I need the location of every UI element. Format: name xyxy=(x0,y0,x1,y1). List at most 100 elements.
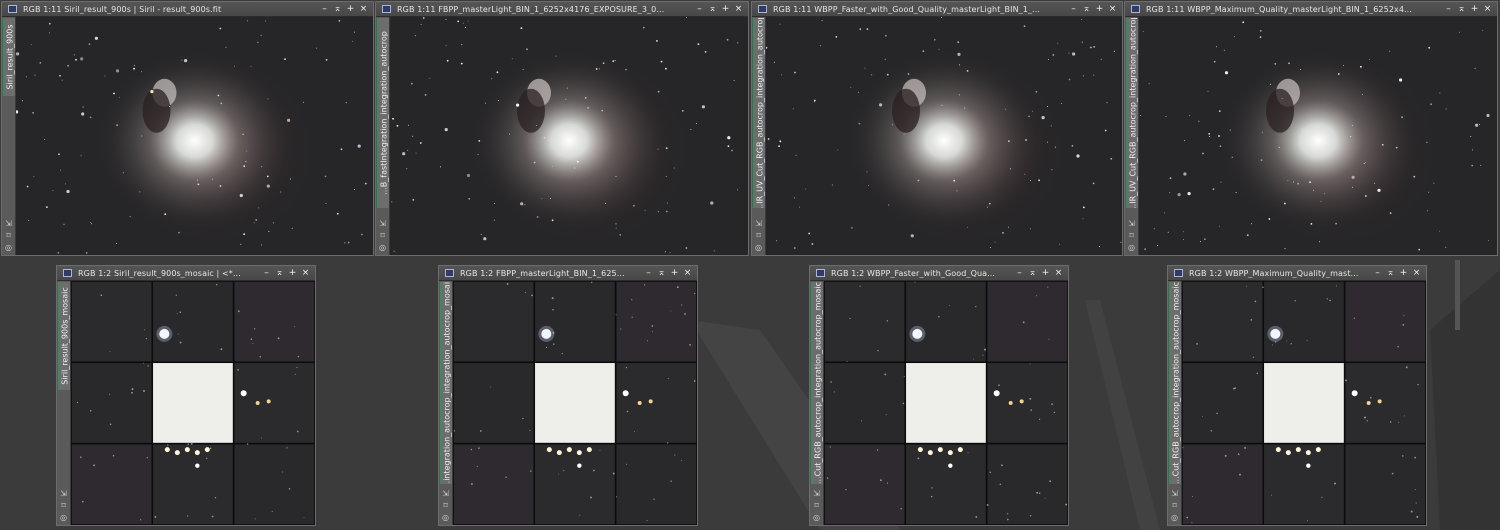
minimize-icon[interactable]: – xyxy=(260,266,273,280)
view-identifier-tab[interactable]: ...B_fastIntegration_integration_autocro… xyxy=(377,18,389,208)
view-sidebar: ...B_fastIntegration_integration_autocro… xyxy=(376,17,390,255)
view-identifier-tab[interactable]: ...IR_UV_Cut_RGB_autocrop_integration_au… xyxy=(753,18,765,208)
shrink-icon[interactable]: ⇲ xyxy=(60,489,67,498)
shrink-icon[interactable]: ⇲ xyxy=(5,219,12,228)
maximize-icon[interactable]: + xyxy=(286,266,299,280)
minimize-icon[interactable]: – xyxy=(1067,2,1080,16)
close-icon[interactable]: × xyxy=(1481,2,1494,16)
minimize-icon[interactable]: – xyxy=(1442,2,1455,16)
image-view[interactable] xyxy=(1139,17,1497,255)
image-view[interactable] xyxy=(766,17,1122,255)
shade-icon[interactable]: ⌅ xyxy=(1026,266,1039,280)
close-icon[interactable]: × xyxy=(1052,266,1065,280)
shade-icon[interactable]: ⌅ xyxy=(706,2,719,16)
image-window-icon xyxy=(445,269,454,277)
minimize-icon[interactable]: – xyxy=(693,2,706,16)
view-identifier-label: ...Cut_RGB_autocrop_integration_autocrop… xyxy=(1171,282,1180,484)
image-view[interactable] xyxy=(71,281,315,525)
maximize-icon[interactable]: + xyxy=(719,2,732,16)
view-identifier-tab[interactable]: ...IR_UV_Cut_RGB_autocrop_integration_au… xyxy=(1126,18,1138,208)
image-view[interactable] xyxy=(1182,281,1426,525)
minimize-icon[interactable]: – xyxy=(318,2,331,16)
fit-view-icon[interactable]: ⌑ xyxy=(756,231,760,240)
shrink-icon[interactable]: ⇲ xyxy=(755,219,762,228)
maximize-icon[interactable]: + xyxy=(1397,266,1410,280)
window-titlebar[interactable]: RGB 1:2 WBPP_Maximum_Quality_mast... – ⌅… xyxy=(1168,266,1426,281)
maximize-icon[interactable]: + xyxy=(344,2,357,16)
window-titlebar[interactable]: RGB 1:2 FBPP_masterLight_BIN_1_625... – … xyxy=(439,266,697,281)
zoom-icon[interactable]: ◎ xyxy=(379,243,386,252)
close-icon[interactable]: × xyxy=(299,266,312,280)
shrink-icon[interactable]: ⇲ xyxy=(1128,219,1135,228)
close-icon[interactable]: × xyxy=(357,2,370,16)
window-titlebar[interactable]: RGB 1:11 WBPP_Maximum_Quality_masterLigh… xyxy=(1125,2,1497,17)
close-icon[interactable]: × xyxy=(1410,266,1423,280)
zoom-icon[interactable]: ◎ xyxy=(813,513,820,522)
image-view[interactable] xyxy=(453,281,697,525)
view-identifier-label: Siril_result_900s xyxy=(5,24,14,90)
view-identifier-tab[interactable]: ...integration_autocrop_integration_auto… xyxy=(440,282,452,484)
image-window-8[interactable]: RGB 1:2 WBPP_Maximum_Quality_mast... – ⌅… xyxy=(1167,265,1427,526)
close-icon[interactable]: × xyxy=(681,266,694,280)
view-identifier-label: Siril_result_900s_mosaic xyxy=(60,287,69,385)
shade-icon[interactable]: ⌅ xyxy=(331,2,344,16)
fit-view-icon[interactable]: ⌑ xyxy=(1172,501,1176,510)
close-icon[interactable]: × xyxy=(1106,2,1119,16)
maximize-icon[interactable]: + xyxy=(668,266,681,280)
minimize-icon[interactable]: – xyxy=(642,266,655,280)
window-title: RGB 1:2 FBPP_masterLight_BIN_1_625... xyxy=(460,268,625,278)
fit-view-icon[interactable]: ⌑ xyxy=(6,231,10,240)
view-identifier-tab[interactable]: Siril_result_900s xyxy=(3,18,15,96)
zoom-icon[interactable]: ◎ xyxy=(1128,243,1135,252)
fit-view-icon[interactable]: ⌑ xyxy=(380,231,384,240)
shade-icon[interactable]: ⌅ xyxy=(1455,2,1468,16)
zoom-icon[interactable]: ◎ xyxy=(755,243,762,252)
zoom-icon[interactable]: ◎ xyxy=(5,243,12,252)
image-window-5[interactable]: RGB 1:2 Siril_result_900s_mosaic | <*...… xyxy=(56,265,316,526)
view-identifier-label: ...Cut_RGB_autocrop_integration_autocrop… xyxy=(813,282,822,484)
image-window-4[interactable]: RGB 1:11 WBPP_Maximum_Quality_masterLigh… xyxy=(1124,1,1498,256)
view-sidebar: Siril_result_900s_mosaic ⇲ ⌑ ◎ xyxy=(57,281,71,525)
image-window-icon xyxy=(1131,5,1140,13)
image-view[interactable] xyxy=(824,281,1068,525)
zoom-icon[interactable]: ◎ xyxy=(442,513,449,522)
zoom-icon[interactable]: ◎ xyxy=(60,513,67,522)
window-titlebar[interactable]: RGB 1:11 FBPP_masterLight_BIN_1_6252x417… xyxy=(376,2,748,17)
image-view[interactable] xyxy=(390,17,748,255)
shade-icon[interactable]: ⌅ xyxy=(1080,2,1093,16)
shrink-icon[interactable]: ⇲ xyxy=(442,489,449,498)
window-titlebar[interactable]: RGB 1:2 Siril_result_900s_mosaic | <*...… xyxy=(57,266,315,281)
window-titlebar[interactable]: RGB 1:11 WBPP_Faster_with_Good_Quality_m… xyxy=(752,2,1122,17)
window-title: RGB 1:2 WBPP_Faster_with_Good_Qua... xyxy=(831,268,996,278)
image-window-3[interactable]: RGB 1:11 WBPP_Faster_with_Good_Quality_m… xyxy=(751,1,1123,256)
image-window-7[interactable]: RGB 1:2 WBPP_Faster_with_Good_Qua... – ⌅… xyxy=(809,265,1069,526)
fit-view-icon[interactable]: ⌑ xyxy=(1129,231,1133,240)
shrink-icon[interactable]: ⇲ xyxy=(813,489,820,498)
fit-view-icon[interactable]: ⌑ xyxy=(61,501,65,510)
shrink-icon[interactable]: ⇲ xyxy=(1171,489,1178,498)
zoom-icon[interactable]: ◎ xyxy=(1171,513,1178,522)
view-identifier-label: ...IR_UV_Cut_RGB_autocrop_integration_au… xyxy=(1128,18,1137,208)
maximize-icon[interactable]: + xyxy=(1093,2,1106,16)
view-identifier-tab[interactable]: ...Cut_RGB_autocrop_integration_autocrop… xyxy=(811,282,823,484)
shade-icon[interactable]: ⌅ xyxy=(1384,266,1397,280)
maximize-icon[interactable]: + xyxy=(1468,2,1481,16)
window-titlebar[interactable]: RGB 1:11 Siril_result_900s | Siril - res… xyxy=(2,2,373,17)
window-title: RGB 1:11 WBPP_Faster_with_Good_Quality_m… xyxy=(773,4,1040,14)
image-window-1[interactable]: RGB 1:11 Siril_result_900s | Siril - res… xyxy=(1,1,374,256)
image-view[interactable] xyxy=(16,17,373,255)
window-titlebar[interactable]: RGB 1:2 WBPP_Faster_with_Good_Qua... – ⌅… xyxy=(810,266,1068,281)
close-icon[interactable]: × xyxy=(732,2,745,16)
minimize-icon[interactable]: – xyxy=(1371,266,1384,280)
shade-icon[interactable]: ⌅ xyxy=(655,266,668,280)
view-identifier-tab[interactable]: Siril_result_900s_mosaic xyxy=(58,282,70,390)
image-window-6[interactable]: RGB 1:2 FBPP_masterLight_BIN_1_625... – … xyxy=(438,265,698,526)
view-identifier-tab[interactable]: ...Cut_RGB_autocrop_integration_autocrop… xyxy=(1169,282,1181,484)
fit-view-icon[interactable]: ⌑ xyxy=(814,501,818,510)
image-window-2[interactable]: RGB 1:11 FBPP_masterLight_BIN_1_6252x417… xyxy=(375,1,749,256)
maximize-icon[interactable]: + xyxy=(1039,266,1052,280)
shade-icon[interactable]: ⌅ xyxy=(273,266,286,280)
shrink-icon[interactable]: ⇲ xyxy=(379,219,386,228)
fit-view-icon[interactable]: ⌑ xyxy=(443,501,447,510)
minimize-icon[interactable]: – xyxy=(1013,266,1026,280)
